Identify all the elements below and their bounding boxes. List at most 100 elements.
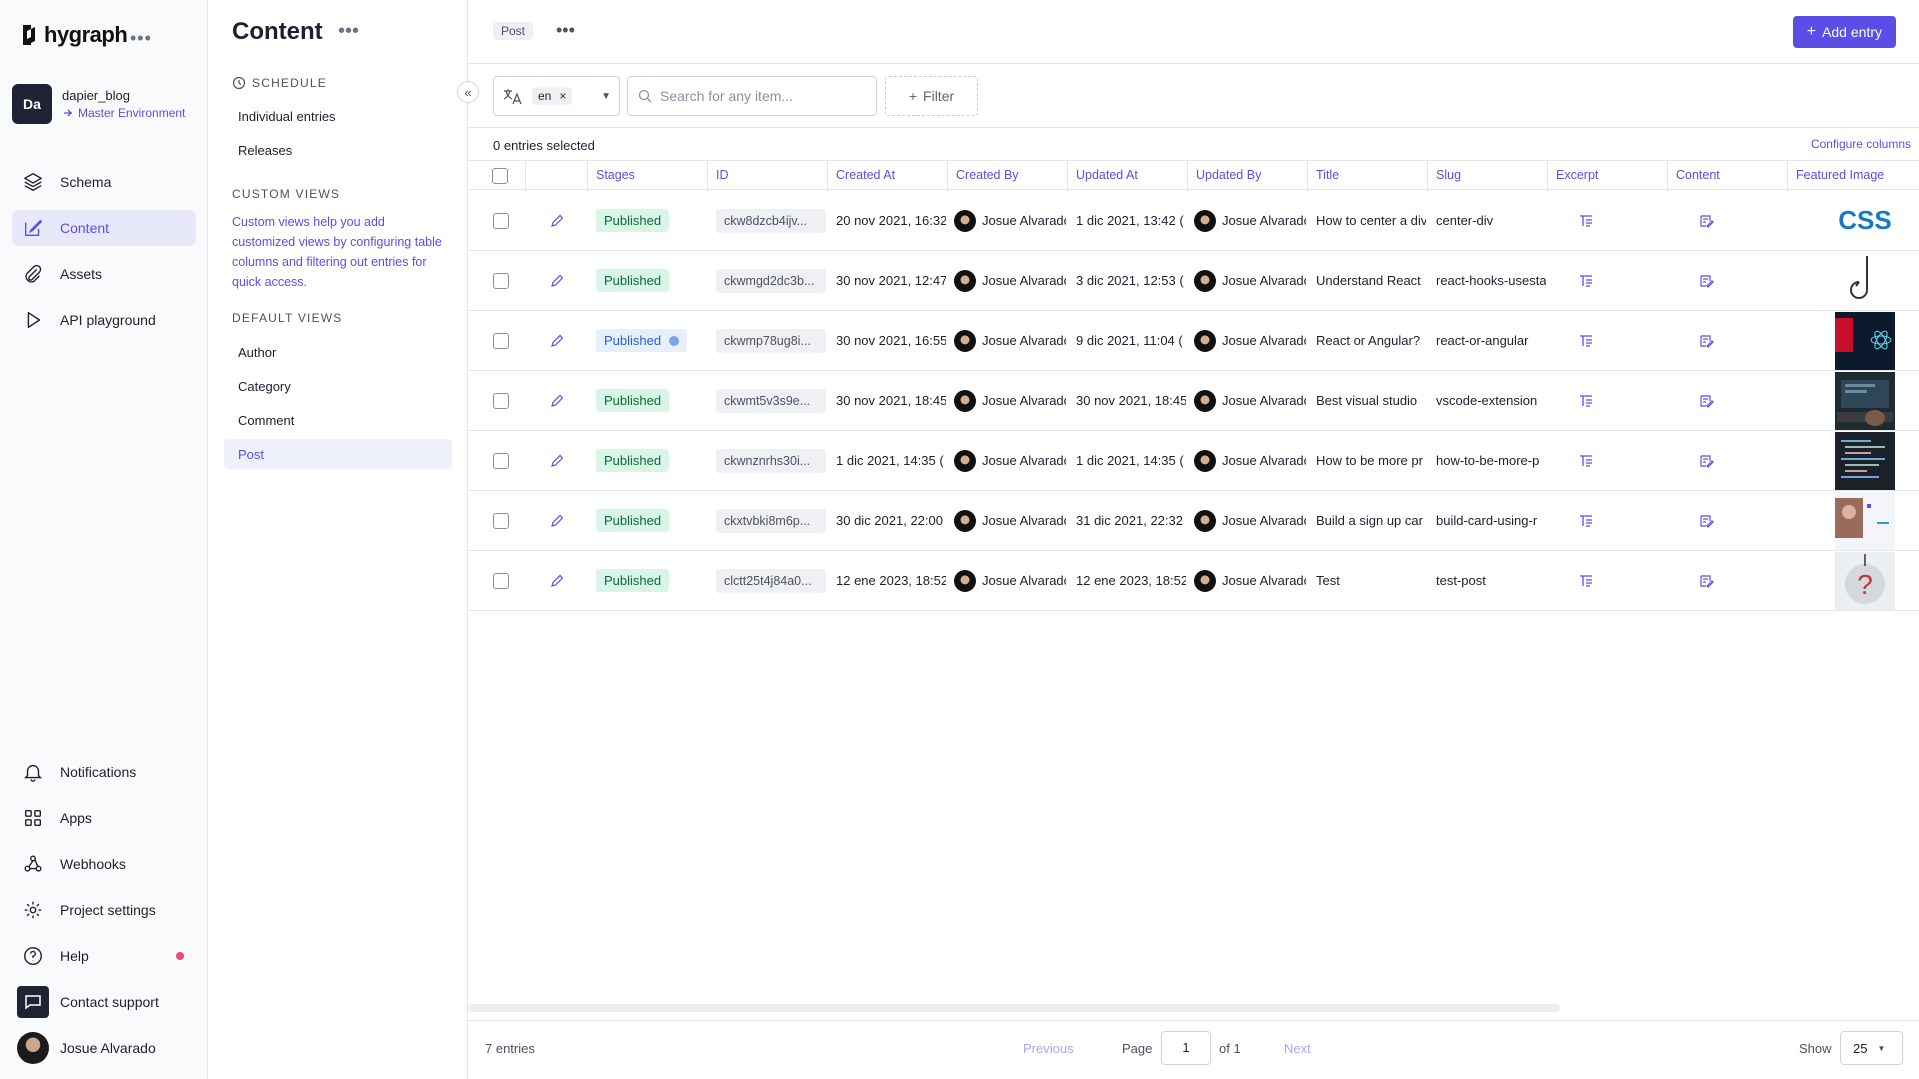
featured-image-thumbnail[interactable]: CSS bbox=[1835, 191, 1895, 250]
id-chip[interactable]: ckxtvbki8m6p... bbox=[716, 508, 826, 533]
configure-columns-link[interactable]: Configure columns bbox=[1811, 137, 1911, 151]
featured-image-thumbnail[interactable] bbox=[1835, 491, 1895, 550]
row-checkbox[interactable] bbox=[493, 572, 509, 589]
table-row[interactable]: Published ckwmt5v3s9e... 30 nov 2021, 18… bbox=[468, 371, 1919, 431]
column-header-updated-at[interactable]: Updated At bbox=[1068, 161, 1188, 191]
nav-assets[interactable]: Assets bbox=[12, 256, 196, 292]
nav-schema[interactable]: Schema bbox=[12, 164, 196, 200]
page-number-input[interactable]: 1 bbox=[1161, 1031, 1211, 1065]
horizontal-scrollbar[interactable] bbox=[468, 1004, 1560, 1012]
column-header-created-by[interactable]: Created By bbox=[948, 161, 1068, 191]
hygraph-logo[interactable]: hygraph bbox=[20, 22, 128, 48]
content-icon[interactable] bbox=[1698, 551, 1718, 610]
content-icon[interactable] bbox=[1698, 251, 1718, 310]
id-chip[interactable]: clctt25t4j84a0... bbox=[716, 568, 826, 593]
edit-entry-icon[interactable] bbox=[549, 251, 569, 310]
table-row[interactable]: Published ckwnznrhs30i... 1 dic 2021, 14… bbox=[468, 431, 1919, 491]
id-chip[interactable]: ckwmgd2dc3b... bbox=[716, 268, 826, 293]
next-page-button[interactable]: Next bbox=[1284, 1041, 1311, 1056]
content-icon[interactable] bbox=[1698, 191, 1718, 250]
nav-contact-support[interactable]: Contact support bbox=[12, 984, 196, 1020]
edit-entry-icon[interactable] bbox=[549, 551, 569, 610]
column-header-excerpt[interactable]: Excerpt bbox=[1548, 161, 1668, 191]
table-row[interactable]: Published ckwmgd2dc3b... 30 nov 2021, 12… bbox=[468, 251, 1919, 311]
table-row[interactable]: Published ckwmp78ug8i... 30 nov 2021, 16… bbox=[468, 311, 1919, 371]
column-header-featured-image[interactable]: Featured Image bbox=[1788, 161, 1919, 191]
table-row[interactable]: Published clctt25t4j84a0... 12 ene 2023,… bbox=[468, 551, 1919, 611]
excerpt-icon[interactable] bbox=[1578, 491, 1598, 550]
custom-views-description[interactable]: Custom views help you add customized vie… bbox=[232, 212, 442, 292]
column-header-content[interactable]: Content bbox=[1668, 161, 1788, 191]
column-header-stages[interactable]: Stages bbox=[588, 161, 708, 191]
featured-image-thumbnail[interactable] bbox=[1835, 251, 1895, 310]
edit-entry-icon[interactable] bbox=[549, 431, 569, 490]
content-icon[interactable] bbox=[1698, 371, 1718, 430]
add-entry-button[interactable]: + Add entry bbox=[1792, 16, 1896, 48]
id-chip[interactable]: ckwmt5v3s9e... bbox=[716, 388, 826, 413]
featured-image-thumbnail[interactable] bbox=[1835, 311, 1895, 370]
locale-chip[interactable]: en × bbox=[532, 87, 573, 105]
view-post[interactable]: Post bbox=[224, 439, 452, 469]
column-header-slug[interactable]: Slug bbox=[1428, 161, 1548, 191]
previous-page-button[interactable]: Previous bbox=[1023, 1041, 1074, 1056]
edit-entry-icon[interactable] bbox=[549, 191, 569, 250]
locale-select[interactable]: en × ▼ bbox=[493, 76, 620, 116]
excerpt-icon[interactable] bbox=[1578, 311, 1598, 370]
id-chip[interactable]: ckwnznrhs30i... bbox=[716, 448, 826, 473]
created-at-cell: 12 ene 2023, 18:52 bbox=[836, 573, 946, 588]
row-checkbox[interactable] bbox=[493, 272, 509, 289]
search-input[interactable] bbox=[660, 88, 860, 104]
search-box[interactable] bbox=[627, 76, 877, 116]
filter-button[interactable]: + Filter bbox=[885, 76, 978, 116]
nav-apps[interactable]: Apps bbox=[12, 800, 196, 836]
edit-entry-icon[interactable] bbox=[549, 311, 569, 370]
more-options-icon[interactable]: ••• bbox=[130, 28, 152, 49]
edit-entry-icon[interactable] bbox=[549, 491, 569, 550]
featured-image-thumbnail[interactable] bbox=[1835, 431, 1895, 490]
row-checkbox[interactable] bbox=[493, 452, 509, 469]
row-checkbox[interactable] bbox=[493, 332, 509, 349]
nav-help[interactable]: Help bbox=[12, 938, 196, 974]
id-chip[interactable]: ckwmp78ug8i... bbox=[716, 328, 826, 353]
content-icon[interactable] bbox=[1698, 491, 1718, 550]
table-row[interactable]: Published ckw8dzcb4ijv... 20 nov 2021, 1… bbox=[468, 191, 1919, 251]
excerpt-icon[interactable] bbox=[1578, 191, 1598, 250]
nav-content[interactable]: Content bbox=[12, 210, 196, 246]
more-options-icon[interactable]: ••• bbox=[338, 20, 359, 43]
view-comment[interactable]: Comment bbox=[224, 405, 452, 435]
edit-entry-icon[interactable] bbox=[549, 371, 569, 430]
row-checkbox[interactable] bbox=[493, 392, 509, 409]
content-icon[interactable] bbox=[1698, 431, 1718, 490]
view-category[interactable]: Category bbox=[224, 371, 452, 401]
remove-icon[interactable]: × bbox=[559, 89, 566, 103]
view-individual-entries[interactable]: Individual entries bbox=[224, 101, 452, 131]
project-switcher[interactable]: Da dapier_blog Master Environment bbox=[12, 84, 185, 124]
environment-label[interactable]: Master Environment bbox=[62, 106, 185, 120]
column-header-created-at[interactable]: Created At bbox=[828, 161, 948, 191]
page-size-select[interactable]: 25 ▼ bbox=[1840, 1031, 1903, 1065]
column-header-id[interactable]: ID bbox=[708, 161, 828, 191]
nav-project-settings[interactable]: Project settings bbox=[12, 892, 196, 928]
nav-notifications[interactable]: Notifications bbox=[12, 754, 196, 790]
nav-api-playground[interactable]: API playground bbox=[12, 302, 196, 338]
nav-webhooks[interactable]: Webhooks bbox=[12, 846, 196, 882]
featured-image-thumbnail[interactable] bbox=[1835, 371, 1895, 430]
excerpt-icon[interactable] bbox=[1578, 251, 1598, 310]
chevron-down-icon[interactable]: ▼ bbox=[601, 91, 611, 102]
more-options-icon[interactable]: ••• bbox=[556, 20, 575, 41]
column-header-title[interactable]: Title bbox=[1308, 161, 1428, 191]
excerpt-icon[interactable] bbox=[1578, 551, 1598, 610]
column-header-updated-by[interactable]: Updated By bbox=[1188, 161, 1308, 191]
featured-image-thumbnail[interactable]: ? bbox=[1835, 551, 1895, 610]
view-releases[interactable]: Releases bbox=[224, 135, 452, 165]
view-author[interactable]: Author bbox=[224, 337, 452, 367]
table-row[interactable]: Published ckxtvbki8m6p... 30 dic 2021, 2… bbox=[468, 491, 1919, 551]
content-icon[interactable] bbox=[1698, 311, 1718, 370]
excerpt-icon[interactable] bbox=[1578, 371, 1598, 430]
excerpt-icon[interactable] bbox=[1578, 431, 1598, 490]
nav-user-profile[interactable]: Josue Alvarado bbox=[12, 1030, 196, 1066]
row-checkbox[interactable] bbox=[493, 212, 509, 229]
row-checkbox[interactable] bbox=[493, 512, 509, 529]
select-all-checkbox[interactable] bbox=[492, 168, 508, 184]
id-chip[interactable]: ckw8dzcb4ijv... bbox=[716, 208, 826, 233]
